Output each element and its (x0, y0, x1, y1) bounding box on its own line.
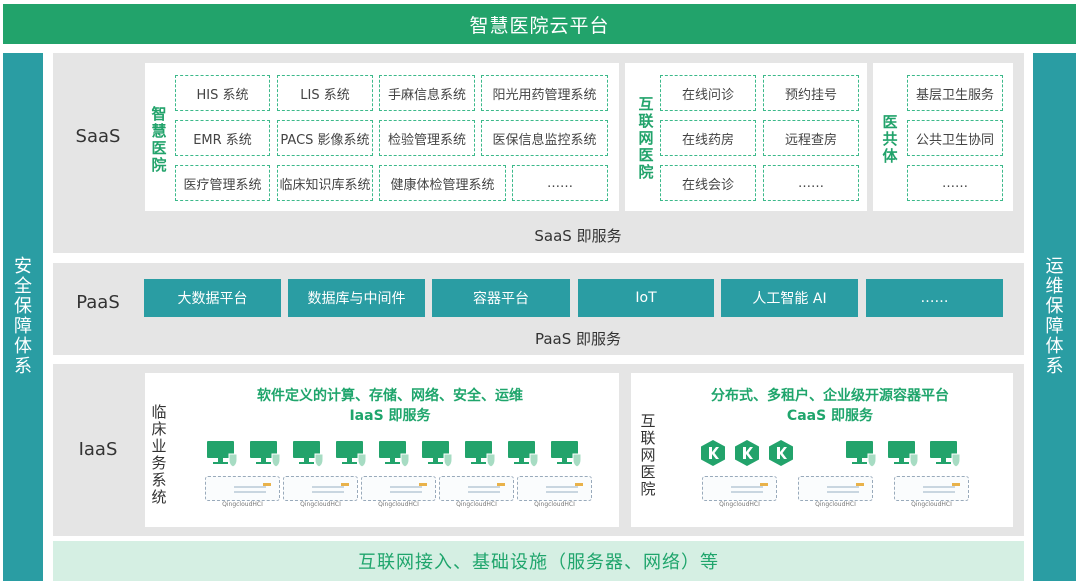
saas-item-his: HIS 系统 (175, 75, 270, 111)
saas-item-pacs: PACS 影像系统 (277, 120, 373, 156)
saas-item-health-exam: 健康体检管理系统 (379, 165, 506, 201)
server-label: QingcloudHCI (456, 501, 497, 508)
monitor-icon (465, 440, 497, 468)
paas-item-more: …… (866, 279, 1003, 317)
saas-item-online-consult: 在线问诊 (660, 75, 756, 111)
server-icon: QingcloudHCI (439, 476, 514, 508)
server-icon: QingcloudHCI (798, 476, 873, 508)
saas-item-community-more: …… (907, 165, 1003, 201)
saas-item-primary-care: 基层卫生服务 (907, 75, 1003, 111)
paas-item-container: 容器平台 (432, 279, 570, 317)
paas-item-database: 数据库与中间件 (288, 279, 425, 317)
right-sidebar-operations: 运维保障体系 (1033, 53, 1076, 581)
paas-caption: PaaS 即服务 (534, 329, 622, 348)
smart-hospital-label: 智慧医院 (151, 105, 167, 174)
saas-caption: SaaS 即服务 (534, 226, 622, 245)
saas-item-more: …… (512, 165, 608, 201)
server-label: QingcloudHCI (911, 501, 952, 508)
top-banner-title: 智慧医院云平台 (3, 4, 1076, 44)
monitor-icon (207, 440, 239, 468)
monitor-icon (336, 440, 368, 468)
saas-item-online-pharmacy: 在线药房 (660, 120, 756, 156)
saas-item-appointment: 预约挂号 (763, 75, 859, 111)
left-sidebar-security: 安全保障体系 (3, 53, 43, 581)
monitor-icon (888, 440, 920, 468)
server-icon: QingcloudHCI (894, 476, 969, 508)
saas-item-anesthesia: 手麻信息系统 (379, 75, 475, 111)
iaas-layer-name: IaaS (78, 438, 118, 460)
monitor-icon (250, 440, 282, 468)
monitor-icon (293, 440, 325, 468)
saas-item-medical-mgmt: 医疗管理系统 (175, 165, 270, 201)
clinical-system-label: 临床业务系统 (151, 403, 167, 506)
infrastructure-bar: 互联网接入、基础设施（服务器、网络）等 (53, 541, 1024, 581)
paas-item-ai: 人工智能 AI (721, 279, 858, 317)
medical-community-label: 医共体 (882, 113, 898, 165)
container-icon (768, 439, 794, 471)
server-label: QingcloudHCI (300, 501, 341, 508)
monitor-icon (551, 440, 583, 468)
server-icon: QingcloudHCI (702, 476, 777, 508)
saas-item-lis: LIS 系统 (277, 75, 373, 111)
right-sidebar-label: 运维保障体系 (1045, 256, 1064, 377)
monitor-icon (379, 440, 411, 468)
saas-item-emr: EMR 系统 (175, 120, 270, 156)
paas-item-iot: IoT (578, 279, 714, 317)
internet-hospital-iaas-label: 互联网医院 (640, 412, 656, 498)
server-icon: QingcloudHCI (517, 476, 592, 508)
saas-item-online-consultation: 在线会诊 (660, 165, 756, 201)
monitor-icon (930, 440, 962, 468)
monitor-icon (846, 440, 878, 468)
left-sidebar-label: 安全保障体系 (14, 256, 32, 377)
saas-item-internet-more: …… (763, 165, 859, 201)
saas-layer-name: SaaS (75, 125, 121, 147)
saas-item-remote-rounds: 远程查房 (763, 120, 859, 156)
container-icon (700, 439, 726, 471)
server-icon: QingcloudHCI (205, 476, 280, 508)
server-icon: QingcloudHCI (283, 476, 358, 508)
server-label: QingcloudHCI (815, 501, 856, 508)
server-label: QingcloudHCI (534, 501, 575, 508)
paas-layer-name: PaaS (76, 291, 120, 313)
server-label: QingcloudHCI (222, 501, 263, 508)
saas-item-knowledge-base: 临床知识库系统 (277, 165, 373, 201)
iaas-heading-line2: IaaS 即服务 (349, 408, 431, 424)
saas-item-lab-mgmt: 检验管理系统 (379, 120, 475, 156)
server-label: QingcloudHCI (719, 501, 760, 508)
saas-item-insurance: 医保信息监控系统 (481, 120, 608, 156)
saas-item-public-health: 公共卫生协同 (907, 120, 1003, 156)
monitor-icon (508, 440, 540, 468)
server-label: QingcloudHCI (378, 501, 419, 508)
caas-heading-line2: CaaS 即服务 (786, 408, 874, 424)
paas-item-bigdata: 大数据平台 (144, 279, 281, 317)
saas-item-medication: 阳光用药管理系统 (481, 75, 608, 111)
iaas-heading-line1: 软件定义的计算、存储、网络、安全、运维 (257, 388, 523, 404)
caas-heading-line1: 分布式、多租户、企业级开源容器平台 (711, 388, 949, 404)
container-icon (734, 439, 760, 471)
monitor-icon (422, 440, 454, 468)
server-icon: QingcloudHCI (361, 476, 436, 508)
internet-hospital-label: 互联网医院 (638, 95, 654, 181)
